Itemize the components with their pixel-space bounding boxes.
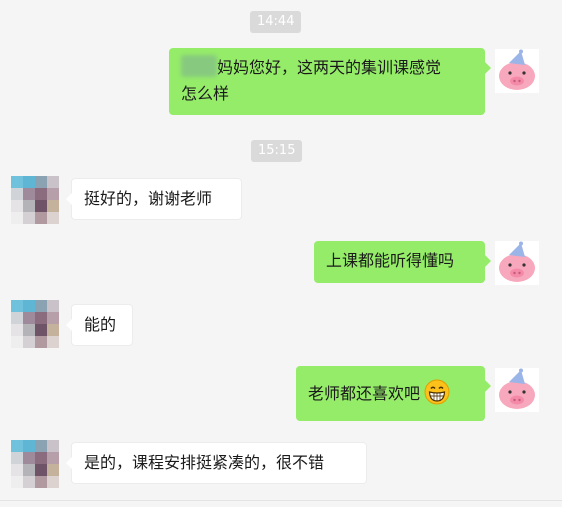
message-text: 上课都能听得懂吗 <box>326 251 455 270</box>
pink-pig-avatar-icon[interactable] <box>495 49 539 93</box>
redacted-name <box>181 55 217 77</box>
timestamp: 15:15 <box>251 140 303 162</box>
timestamp: 14:44 <box>250 11 302 33</box>
pixelated-avatar-icon[interactable] <box>11 300 59 348</box>
message-text: 老师都还喜欢吧 <box>308 384 421 403</box>
grinning-face-emoji-icon <box>424 379 450 405</box>
message-text: 妈妈您好，这两天的集训课感觉 <box>217 58 442 77</box>
message-bubble-incoming[interactable]: 能的 <box>66 304 133 346</box>
message-bubble-outgoing[interactable]: 老师都还喜欢吧 <box>296 366 491 421</box>
message-text: 是的，课程安排挺紧凑的，很不错 <box>84 453 325 472</box>
message-text: 能的 <box>84 315 117 334</box>
message-text: 挺好的，谢谢老师 <box>84 189 213 208</box>
divider <box>0 500 562 501</box>
pixelated-avatar-icon[interactable] <box>11 440 59 488</box>
message-bubble-incoming[interactable]: 挺好的，谢谢老师 <box>66 178 242 220</box>
message-bubble-outgoing[interactable]: 上课都能听得懂吗 <box>314 241 491 283</box>
pink-pig-avatar-icon[interactable] <box>495 241 539 285</box>
message-bubble-outgoing[interactable]: 妈妈您好，这两天的集训课感觉 怎么样 <box>169 48 491 115</box>
pixelated-avatar-icon[interactable] <box>11 176 59 224</box>
message-text-line2: 怎么样 <box>181 84 230 103</box>
message-bubble-incoming[interactable]: 是的，课程安排挺紧凑的，很不错 <box>66 442 367 484</box>
pink-pig-avatar-icon[interactable] <box>495 368 539 412</box>
